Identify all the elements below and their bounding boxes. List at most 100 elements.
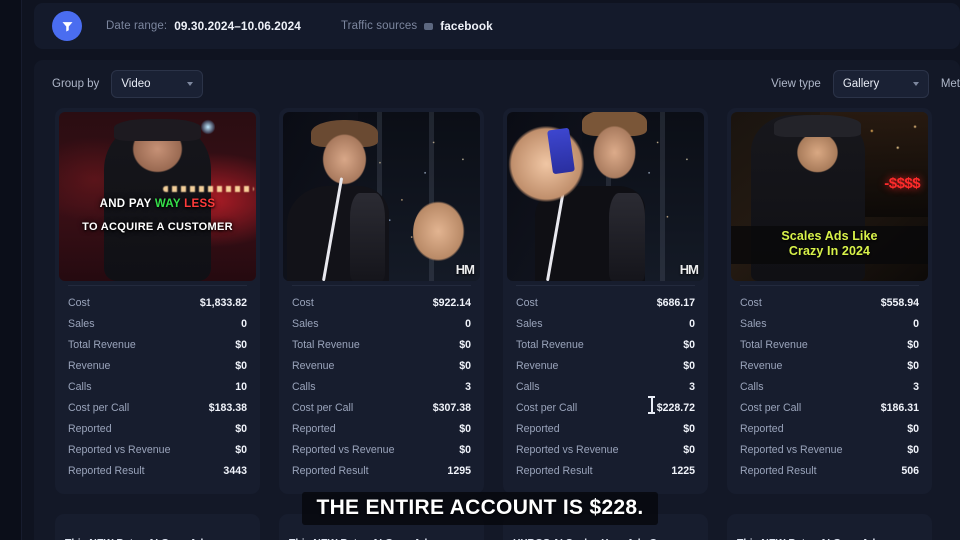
- metric-row-sales: Sales 0: [740, 313, 919, 334]
- video-card[interactable]: This NEW Beta - AI Grew Ad: [279, 514, 484, 540]
- date-range-label: Date range:: [106, 20, 168, 32]
- thumb-head-shape: [310, 125, 378, 200]
- metric-label: Cost per Call: [740, 401, 802, 414]
- traffic-sources-filter[interactable]: Traffic sources facebook: [341, 19, 493, 33]
- thumb-title-band: Scales Ads Like Crazy In 2024: [731, 226, 928, 265]
- metric-label: Cost: [740, 296, 762, 309]
- filter-funnel-icon[interactable]: [52, 11, 82, 41]
- metric-row-cost-per-call: Cost per Call $307.38: [292, 397, 471, 418]
- gallery-grid-wrapper[interactable]: AND PAY WAY LESS TO ACQUIRE A CUSTOMER C…: [34, 100, 960, 540]
- metric-label: Cost per Call: [68, 401, 130, 414]
- metric-value: $0: [235, 443, 247, 456]
- metric-row-cost: Cost $922.14: [292, 292, 471, 313]
- thumb-cap-shape: [774, 115, 861, 138]
- metric-row-revenue: Revenue $0: [292, 355, 471, 376]
- metric-row-revenue: Revenue $0: [68, 355, 247, 376]
- view-type-select[interactable]: Gallery: [832, 70, 929, 98]
- metric-row-total-revenue: Total Revenue $0: [292, 334, 471, 355]
- metric-label: Cost per Call: [516, 401, 578, 414]
- metric-row-total-revenue: Total Revenue $0: [740, 334, 919, 355]
- metric-row-sales: Sales 0: [516, 313, 695, 334]
- metric-value: 3: [689, 380, 695, 393]
- thumb-caption-line-2: TO ACQUIRE A CUSTOMER: [82, 221, 233, 233]
- metric-row-cost: Cost $686.17: [516, 292, 695, 313]
- card-metrics: Cost $1,833.82 Sales 0 Total Revenue $0: [55, 286, 260, 494]
- group-by-label: Group by: [52, 78, 100, 90]
- video-thumbnail[interactable]: AND PAY WAY LESS TO ACQUIRE A CUSTOMER: [59, 112, 256, 281]
- thumb-caption-1c: LESS: [180, 198, 216, 211]
- metric-label: Total Revenue: [292, 338, 360, 351]
- video-thumbnail[interactable]: -$$$$ Scales Ads Like Crazy In 2024: [731, 112, 928, 281]
- metric-value: $0: [683, 359, 695, 372]
- thumb-microphone-shape: [609, 193, 645, 281]
- metric-value: $0: [235, 422, 247, 435]
- video-card[interactable]: AND PAY WAY LESS TO ACQUIRE A CUSTOMER C…: [55, 108, 260, 494]
- metric-value: $0: [907, 443, 919, 456]
- metric-label: Reported: [516, 422, 560, 435]
- metrics-button-cutoff[interactable]: Met: [941, 78, 960, 90]
- metric-value: $183.38: [208, 401, 247, 414]
- metric-label: Reported vs Revenue: [68, 443, 171, 456]
- metric-row-cost-per-call: Cost per Call $186.31: [740, 397, 919, 418]
- metric-value: $686.17: [656, 296, 695, 309]
- video-card[interactable]: HM Cost $922.14 Sales 0 Total Revenue $0…: [279, 108, 484, 494]
- card-metrics: Cost $558.94 Sales 0 Total Revenue $0 Re…: [727, 286, 932, 494]
- video-card[interactable]: HYROS AI Scales Your Ads On: [503, 514, 708, 540]
- metric-label: Revenue: [68, 359, 111, 372]
- metric-value: $558.94: [880, 296, 919, 309]
- metric-label: Calls: [292, 380, 316, 393]
- metric-label: Reported Result: [740, 464, 817, 477]
- chevron-down-icon: [187, 82, 194, 86]
- video-card[interactable]: HM Cost $686.17 Sales 0 Total Revenue $0…: [503, 108, 708, 494]
- metric-value: $0: [459, 338, 471, 351]
- thumb-caption-1b: WAY: [154, 198, 181, 211]
- traffic-sources-label: Traffic sources: [340, 20, 418, 32]
- metric-label: Cost: [292, 296, 314, 309]
- video-thumbnail[interactable]: HM: [283, 112, 480, 281]
- metric-label: Reported Result: [292, 464, 369, 477]
- video-thumbnail[interactable]: HM: [507, 112, 704, 281]
- channel-logo-icon: HM: [455, 262, 475, 277]
- metric-value: 1295: [447, 464, 471, 477]
- metric-row-sales: Sales 0: [292, 313, 471, 334]
- metric-label: Total Revenue: [740, 338, 808, 351]
- metric-label: Cost: [68, 296, 90, 309]
- metric-value: $1,833.82: [199, 296, 247, 309]
- metric-value: 0: [689, 317, 695, 330]
- metric-label: Total Revenue: [516, 338, 584, 351]
- metric-value: 3443: [223, 464, 247, 477]
- metric-label: Sales: [292, 317, 319, 330]
- metric-row-calls: Calls 10: [68, 376, 247, 397]
- metric-label: Sales: [516, 317, 543, 330]
- video-card[interactable]: -$$$$ Scales Ads Like Crazy In 2024 Cost: [727, 108, 932, 494]
- card-metrics: Cost $686.17 Sales 0 Total Revenue $0 Re…: [503, 286, 708, 494]
- metric-row-sales: Sales 0: [68, 313, 247, 334]
- video-card[interactable]: This NEW Beta - AI Grew Ad: [55, 514, 260, 540]
- date-range-filter[interactable]: Date range: 09.30.2024–10.06.2024: [106, 19, 301, 33]
- metric-row-calls: Calls 3: [292, 376, 471, 397]
- metric-value: $0: [459, 443, 471, 456]
- metric-label: Reported vs Revenue: [516, 443, 619, 456]
- metric-value: $0: [683, 443, 695, 456]
- metric-row-calls: Calls 3: [516, 376, 695, 397]
- group-by-select[interactable]: Video: [111, 70, 204, 98]
- date-range-value: 09.30.2024–10.06.2024: [174, 19, 301, 33]
- metric-label: Total Revenue: [68, 338, 136, 351]
- metric-row-total-revenue: Total Revenue $0: [68, 334, 247, 355]
- metric-value: $0: [459, 422, 471, 435]
- metric-row-reported: Reported $0: [740, 418, 919, 439]
- thumb-sparkle-shape: [200, 118, 215, 135]
- metric-value: $228.72: [656, 401, 695, 414]
- metric-value: 0: [465, 317, 471, 330]
- metric-label: Reported: [292, 422, 336, 435]
- gallery-grid-row-2: This NEW Beta - AI Grew Ad This NEW Beta…: [34, 506, 932, 540]
- metric-value: 10: [235, 380, 247, 393]
- metric-label: Revenue: [740, 359, 783, 372]
- video-card[interactable]: This NEW Beta - AI Grew Ad: [727, 514, 932, 540]
- metric-row-total-revenue: Total Revenue $0: [516, 334, 695, 355]
- thumb-bulbs-shape: [163, 186, 255, 193]
- metric-value: $922.14: [432, 296, 471, 309]
- metric-value: 1225: [671, 464, 695, 477]
- metric-row-reported-result: Reported Result 1225: [516, 460, 695, 481]
- metric-row-revenue: Revenue $0: [516, 355, 695, 376]
